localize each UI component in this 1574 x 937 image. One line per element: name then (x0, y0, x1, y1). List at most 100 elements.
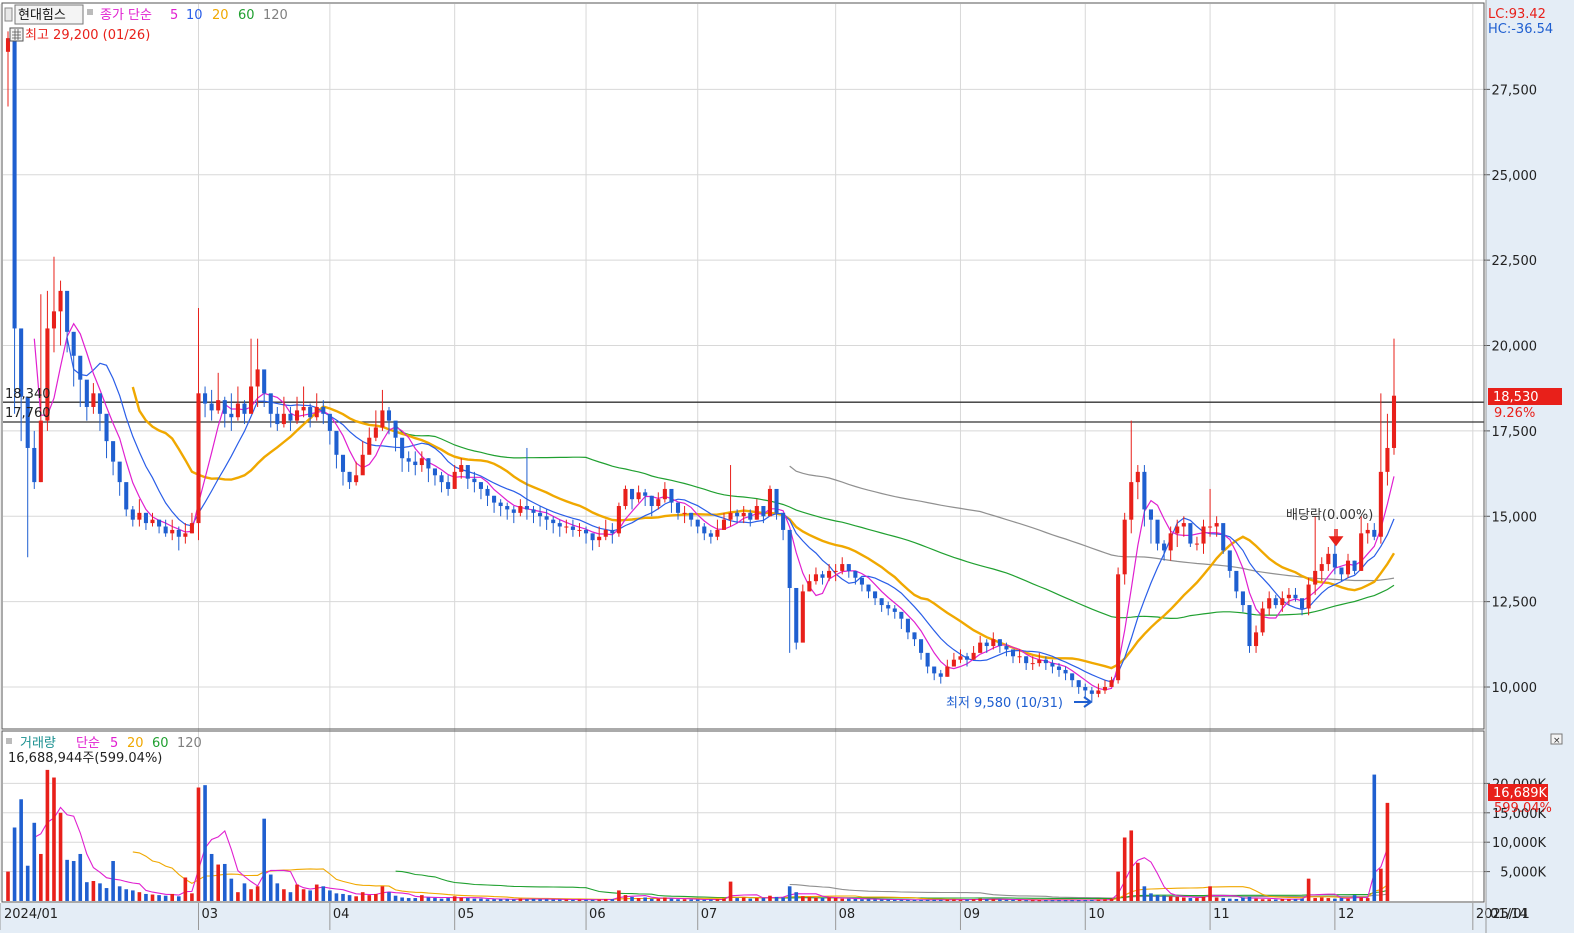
candle-body (886, 605, 891, 609)
candle-body (1247, 605, 1252, 647)
price-tick-label: 12,500 (1492, 596, 1538, 611)
candle-body (1181, 523, 1186, 527)
volume-bar (1326, 898, 1331, 901)
volume-bar (1057, 900, 1061, 902)
candle-body (1234, 570, 1239, 592)
volume-bar (130, 890, 135, 901)
volume-bar (1352, 895, 1357, 901)
line-label-upper: 18,340 (5, 387, 51, 402)
candle-body (478, 482, 483, 489)
volume-bar (472, 898, 477, 901)
volume-bar (1017, 899, 1022, 901)
volume-bar (65, 859, 69, 901)
candle-body (1260, 608, 1265, 633)
candle-body (1378, 471, 1383, 537)
candle-body (1280, 598, 1285, 606)
candle-body (1155, 519, 1160, 544)
candle-body (1385, 447, 1390, 472)
candle-body (715, 529, 720, 537)
candle-body (196, 393, 201, 524)
volume-bar (334, 893, 339, 901)
candle-body (492, 495, 497, 503)
volume-bar (577, 899, 582, 901)
candle-body (1345, 560, 1351, 575)
stock-name[interactable]: 현대힘스 (18, 8, 66, 23)
candle-body (846, 564, 851, 571)
candle-body (538, 512, 543, 517)
volume-bar (1044, 900, 1048, 902)
candle-body (249, 386, 254, 414)
volume-bar (794, 892, 799, 901)
candle-body (728, 512, 733, 520)
candle-body (176, 529, 181, 537)
volume-ma-period-120: 120 (177, 736, 202, 751)
volume-bar (1379, 868, 1383, 901)
high-price-label: 최고 29,200 (01/26) (25, 28, 150, 43)
candle-body (524, 506, 529, 510)
candle-body (820, 574, 825, 578)
volume-bar (827, 897, 831, 901)
candle-body (1319, 564, 1324, 571)
volume-bar (807, 896, 812, 901)
volume-bar (282, 889, 286, 901)
candle-body (1056, 666, 1062, 670)
volume-bar (183, 877, 188, 901)
candle-body (1102, 687, 1108, 691)
volume-bar (1168, 896, 1173, 901)
volume-bar (610, 899, 615, 901)
hc-value: HC:-36.54 (1488, 22, 1553, 37)
volume-bar (341, 893, 345, 901)
candle-body (866, 584, 871, 592)
candle-body (5, 38, 11, 52)
date-tick-label: 11 (1213, 907, 1230, 922)
volume-bar (85, 882, 89, 901)
candle-body (721, 519, 727, 530)
candle-body (1359, 533, 1364, 571)
candle-body (1372, 529, 1377, 537)
volume-bar (150, 894, 155, 901)
chart-canvas[interactable]: 10,000 12,500 15,000 17,500 20,000 22,500 25,0… (0, 0, 1574, 933)
candle-body (459, 465, 464, 472)
volume-bar (840, 898, 845, 901)
candle-body (1116, 574, 1121, 681)
volume-bar (1306, 878, 1311, 901)
candle-body (689, 512, 694, 520)
ma-settings-icon[interactable] (87, 9, 93, 15)
volume-bar (787, 886, 792, 901)
volume-bar (1300, 898, 1304, 901)
close-price-change: 9.26% (1494, 406, 1535, 421)
candle-body (748, 512, 753, 520)
volume-bar (1011, 899, 1015, 901)
candle-body (1004, 646, 1009, 650)
volume-bar (367, 895, 372, 901)
volume-bar (846, 898, 851, 901)
volume-bar (906, 899, 910, 901)
grid-settings-icon[interactable] (9, 27, 24, 42)
volume-settings-icon[interactable] (6, 738, 12, 744)
volume-bar (511, 899, 516, 901)
candle-body (485, 488, 490, 496)
menu-toggle-icon[interactable] (4, 7, 13, 22)
volume-bar (1293, 899, 1298, 901)
volume-bar (623, 895, 628, 901)
volume-bar (137, 892, 142, 901)
candle-body (978, 642, 983, 653)
volume-ma-period-5: 5 (110, 736, 118, 751)
volume-bar (912, 899, 917, 901)
candle-body (984, 642, 989, 647)
volume-bar (630, 896, 634, 901)
volume-bar (1162, 895, 1166, 901)
volume-bar (1214, 897, 1219, 901)
volume-bar (209, 853, 214, 901)
candle-body (426, 458, 431, 469)
volume-bar (531, 898, 536, 901)
candle-body (472, 478, 477, 483)
volume-bar (354, 896, 358, 901)
date-tick-label: 10 (1088, 907, 1105, 922)
volume-bar (715, 899, 720, 901)
volume-bar (12, 827, 17, 901)
volume-bar (538, 899, 542, 901)
candle-body (623, 488, 628, 507)
candle-body (84, 379, 89, 407)
candle-body (859, 577, 864, 585)
